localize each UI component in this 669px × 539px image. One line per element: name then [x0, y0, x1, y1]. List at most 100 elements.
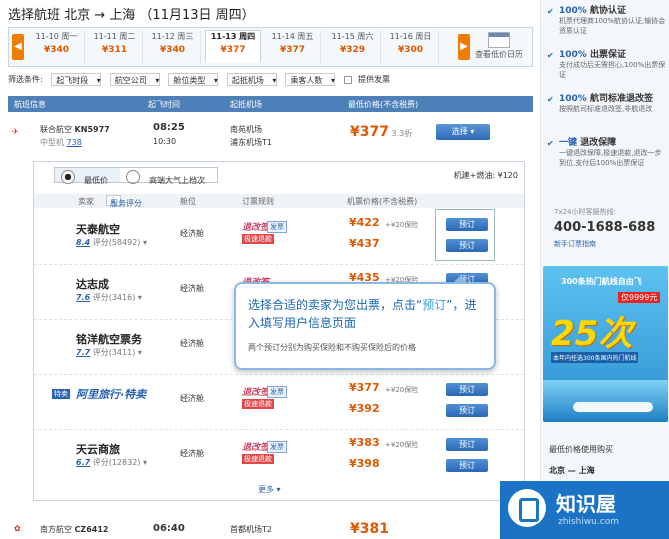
calendar-label: 查看低价日历: [475, 50, 523, 59]
dep-time: 06:40: [153, 523, 185, 534]
feature-title: 出票保证: [589, 50, 626, 60]
prev-date-arrow-icon[interactable]: ◀: [12, 34, 24, 60]
book-button[interactable]: 预订: [446, 459, 488, 472]
date-price: ¥311: [101, 45, 128, 55]
tooltip-bubble: 选择合适的卖家为您出票，点击“预订”，进入填写用户信息页面 两个预订分别为购买保…: [234, 277, 496, 370]
date-price: ¥340: [159, 45, 186, 55]
recent-route[interactable]: 北京 — 上海: [549, 465, 595, 476]
help-link[interactable]: 新手订票指南: [554, 239, 596, 249]
col-price[interactable]: 最低价格(不含税费): [348, 99, 418, 110]
date-tab[interactable]: 11-11 周二 ¥311: [87, 31, 143, 64]
cabin: 经济舱: [180, 394, 204, 403]
seller-rating: 7.6 评分(3416) ▾: [76, 293, 142, 302]
filter-dropdown[interactable]: 起飞时段 ▾: [51, 73, 102, 86]
feature-pct: 100%: [559, 50, 587, 60]
filter-option-label: 航空公司: [114, 76, 147, 85]
rule-link[interactable]: 退改签: [242, 440, 269, 453]
tab-premium[interactable]: 高端大气上档次: [120, 168, 217, 185]
more-link[interactable]: 更多 ▾: [258, 484, 281, 495]
score[interactable]: 8.4: [76, 238, 90, 247]
filter-dropdown[interactable]: 航空公司 ▾: [109, 73, 160, 86]
score[interactable]: 7.6: [76, 293, 90, 302]
seller-rating: 7.7 评分(3411) ▾: [76, 348, 142, 357]
airplane-icon: [573, 402, 653, 412]
rule-link[interactable]: 退改签: [242, 385, 269, 398]
cabin: 经济舱: [180, 284, 204, 293]
hotline-label: 7x24小时客服热线:: [554, 208, 616, 216]
rule-link[interactable]: 退改签: [242, 220, 269, 233]
seller-name[interactable]: 天云商旅: [76, 441, 120, 457]
fast-refund-tag: 极速退款: [242, 454, 274, 464]
score[interactable]: 7.7: [76, 348, 90, 357]
plane-model: 中型机 738: [40, 137, 82, 148]
ad-price: 仅9999元: [618, 292, 661, 303]
check-icon: ✔: [547, 95, 554, 104]
date-tab-selected[interactable]: 11-13 周四 ¥377: [205, 30, 261, 63]
ad-big-text: 25次: [551, 314, 633, 354]
tooltip-text: 选择合适的卖家为您出票，点击“: [248, 298, 423, 312]
seller-rating: 6.7 评分(12832) ▾: [76, 458, 147, 467]
col-cabin: 舱位: [180, 197, 196, 206]
lowest-price: ¥381: [350, 521, 389, 537]
price-with-insurance: ¥383: [349, 436, 380, 449]
hotline-number: 400-1688-688: [554, 220, 656, 235]
book-button[interactable]: 预订: [446, 383, 488, 396]
price-no-insurance: ¥437: [349, 237, 380, 250]
seller-name[interactable]: 铭洋航空票务: [76, 331, 142, 347]
select-button[interactable]: 选择 ▾: [436, 124, 490, 140]
tab-lowest[interactable]: 最低价: [55, 168, 120, 185]
check-icon: ✔: [547, 139, 554, 148]
date-tab[interactable]: 11-12 周三 ¥340: [145, 31, 201, 64]
fee-info: 机建+燃油: ¥120: [453, 171, 518, 180]
lowest-price: ¥377 3.3折: [350, 124, 412, 140]
price-no-insurance: ¥398: [349, 457, 380, 470]
filter-dropdown[interactable]: 乘客人数 ▾: [285, 73, 336, 86]
date-label: 11-11 周二: [93, 32, 136, 41]
recent-title: 最低价格使用购买: [549, 445, 613, 454]
price-tabs: 最低价 高端大气上档次: [54, 167, 218, 185]
date-tab[interactable]: 11-16 周日 ¥300: [383, 31, 439, 64]
filter-dropdown[interactable]: 起抵机场 ▾: [226, 73, 277, 86]
seller-name[interactable]: 达志成: [76, 276, 109, 292]
flight-name: 联合航空 KN5977: [40, 124, 110, 135]
low-price-calendar-button[interactable]: 查看低价日历: [469, 31, 529, 64]
fast-refund-tag: 极速退款: [242, 234, 274, 244]
seller-name[interactable]: 天泰航空: [76, 221, 120, 237]
flight-name: 南方航空 CZ6412: [40, 524, 108, 535]
seller-name[interactable]: 阿里旅行·特卖: [76, 386, 146, 402]
sort-label: 服务评分: [110, 199, 142, 208]
more-label: 更多: [258, 485, 274, 494]
book-button[interactable]: 预订: [446, 404, 488, 417]
feature-pct: 一键: [559, 138, 578, 148]
seller-rating: 8.4 评分(58492) ▾: [76, 238, 147, 247]
filter-dropdown[interactable]: 舱位类型 ▾: [168, 73, 219, 86]
radio-icon: [61, 170, 75, 184]
seller-row: 特卖 阿里旅行·特卖 经济舱 退改签 发票 极速退款 ¥377 +¥20保险 ¥…: [34, 375, 524, 430]
col-rating-sort[interactable]: 服务评分 ⇣: [106, 195, 142, 208]
check-icon: ✔: [547, 7, 554, 16]
rating-count: 评分(3411): [92, 348, 136, 357]
tooltip-main: 选择合适的卖家为您出票，点击“预订”，进入填写用户信息页面: [248, 296, 488, 332]
book-highlight-frame: [436, 210, 494, 260]
ad-sea-image: [543, 380, 668, 422]
promo-banner[interactable]: 300条热门航线自由飞 仅9999元 25次 本年内任选300条国内热门航线: [543, 266, 668, 422]
score[interactable]: 6.7: [76, 458, 90, 467]
date-tab[interactable]: 11-15 周六 ¥329: [325, 31, 381, 64]
col-dep-time[interactable]: 起飞时间: [148, 99, 180, 110]
model-code-link[interactable]: 738: [67, 138, 82, 147]
invoice-checkbox[interactable]: 提供发票: [343, 74, 396, 85]
discount: 3.3折: [391, 129, 413, 138]
check-icon: ✔: [547, 51, 554, 60]
col-price: 机票价格(不含税费): [347, 197, 418, 206]
book-button[interactable]: 预订: [446, 438, 488, 451]
filter-option-label: 乘客人数: [290, 76, 323, 85]
price-with-insurance: ¥377: [349, 381, 380, 394]
filter-bar: 筛选条件: 起飞时段 ▾ 航空公司 ▾ 舱位类型 ▾ 起抵机场 ▾ 乘客人数 ▾…: [8, 73, 533, 91]
tooltip-highlight: 预订: [422, 298, 447, 312]
feature-item: ✔ 100% 出票保证 支付成功后无需担心,100%出票保证: [547, 50, 667, 80]
date-tab[interactable]: 11-10 周一 ¥340: [29, 31, 85, 64]
date-tab[interactable]: 11-14 周五 ¥377: [265, 31, 321, 64]
calendar-icon: [488, 32, 510, 48]
date-price: ¥377: [220, 45, 246, 55]
filter-option-label: 起飞时段: [56, 76, 89, 85]
